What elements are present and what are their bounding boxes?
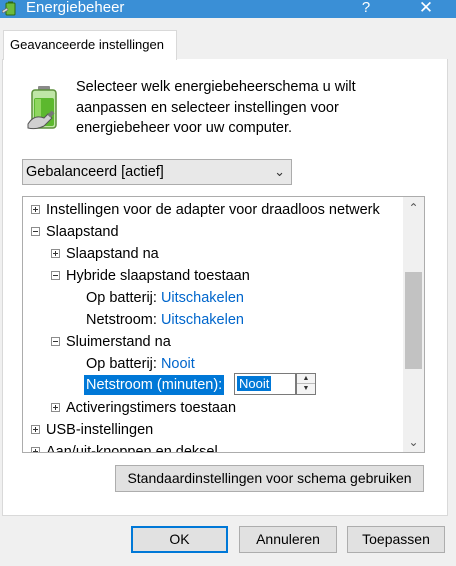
expand-icon[interactable]	[51, 248, 60, 258]
tree-item-wake-timers[interactable]: Activeringstimers toestaan	[51, 397, 236, 419]
collapse-icon[interactable]	[51, 270, 60, 280]
tree-item-hybrid-plugged-in[interactable]: Netstroom: Uitschakelen	[86, 309, 244, 331]
cancel-button[interactable]: Annuleren	[239, 526, 337, 553]
tree-item-label: Aan/uit-knoppen en deksel	[46, 444, 218, 452]
tree-item-label: USB-instellingen	[46, 422, 154, 438]
apply-button[interactable]: Toepassen	[347, 526, 445, 553]
tree-item-label: Instellingen voor de adapter voor draadl…	[46, 202, 380, 218]
spin-down-icon[interactable]: ▼	[297, 384, 315, 394]
tree-scrollbar[interactable]: ⌃ ⌄	[403, 197, 424, 452]
settings-tree[interactable]: Instellingen voor de adapter voor draadl…	[22, 196, 425, 453]
collapse-icon[interactable]	[51, 336, 60, 346]
tree-item-label: Sluimerstand na	[66, 334, 171, 350]
tree-item-label: Slaapstand na	[66, 246, 159, 262]
tree-item-hybrid-on-battery[interactable]: Op batterij: Uitschakelen	[86, 287, 244, 309]
window-title: Energiebeheer	[26, 0, 125, 16]
setting-value-link[interactable]: Uitschakelen	[161, 312, 244, 328]
setting-value-link[interactable]: Uitschakelen	[161, 290, 244, 306]
collapse-icon[interactable]	[31, 226, 40, 236]
scroll-up-icon[interactable]: ⌃	[403, 199, 424, 217]
tree-item-wireless-adapter[interactable]: Instellingen voor de adapter voor draadl…	[31, 199, 380, 221]
expand-icon[interactable]	[31, 446, 40, 452]
expand-icon[interactable]	[31, 424, 40, 434]
tree-item-label: Activeringstimers toestaan	[66, 400, 237, 416]
setting-value-link[interactable]: Nooit	[161, 356, 195, 372]
expand-icon[interactable]	[31, 204, 40, 214]
setting-label: Netstroom:	[86, 312, 157, 328]
title-bar: Energiebeheer ? ✕	[0, 0, 456, 18]
help-button[interactable]: ?	[356, 0, 376, 18]
minutes-spinner[interactable]: ▲ ▼	[296, 373, 316, 395]
power-plan-select[interactable]: Gebalanceerd [actief] ⌄	[22, 159, 292, 185]
minutes-input-value: Nooit	[237, 376, 272, 391]
ok-button[interactable]: OK	[131, 526, 228, 553]
tree-content: Instellingen voor de adapter voor draadl…	[23, 197, 403, 452]
restore-defaults-button[interactable]: Standaardinstellingen voor schema gebrui…	[115, 465, 424, 492]
tree-item-hibernate-plugged-in[interactable]: Netstroom (minuten):	[84, 374, 225, 396]
description-text: Selecteer welk energiebeheerschema u wil…	[76, 79, 356, 136]
setting-label: Op batterij:	[86, 356, 157, 372]
tree-item-sleep[interactable]: Slaapstand	[31, 221, 119, 243]
tree-item-label: Hybride slaapstand toestaan	[66, 268, 250, 284]
tree-item-usb-settings[interactable]: USB-instellingen	[31, 419, 153, 441]
setting-label-selected: Netstroom (minuten):	[84, 375, 225, 395]
scroll-down-icon[interactable]: ⌄	[403, 433, 424, 451]
tree-item-power-buttons-lid[interactable]: Aan/uit-knoppen en deksel	[31, 441, 218, 452]
tree-item-sleep-after[interactable]: Slaapstand na	[51, 243, 159, 265]
tree-item-hibernate-on-battery[interactable]: Op batterij: Nooit	[86, 353, 195, 375]
chevron-down-icon: ⌄	[274, 164, 285, 179]
expand-icon[interactable]	[51, 402, 60, 412]
battery-plug-app-icon	[2, 1, 16, 16]
tree-item-hibernate-after[interactable]: Sluimerstand na	[51, 331, 171, 353]
tree-item-hybrid-sleep[interactable]: Hybride slaapstand toestaan	[51, 265, 250, 287]
minutes-input[interactable]: Nooit	[234, 373, 296, 395]
tree-item-label: Slaapstand	[46, 224, 119, 240]
battery-icon	[27, 86, 57, 130]
spin-up-icon[interactable]: ▲	[297, 374, 315, 384]
setting-label: Op batterij:	[86, 290, 157, 306]
tab-advanced-settings[interactable]: Geavanceerde instellingen	[3, 30, 177, 60]
scrollbar-thumb[interactable]	[405, 272, 422, 369]
power-plan-selected-value: Gebalanceerd [actief]	[26, 164, 164, 180]
close-button[interactable]: ✕	[406, 0, 446, 18]
